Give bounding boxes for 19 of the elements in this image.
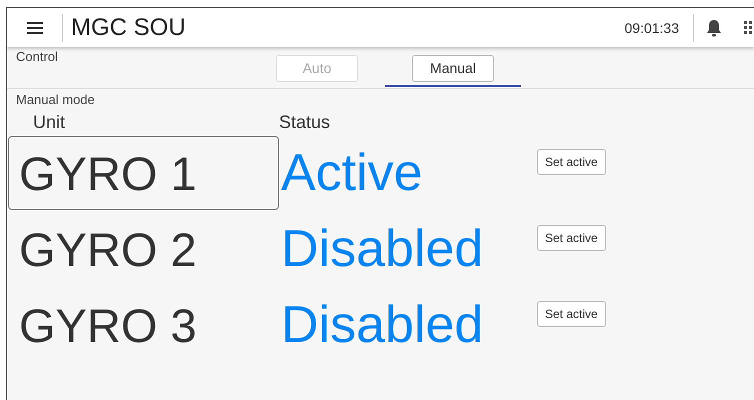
- status-text: Disabled: [280, 295, 484, 355]
- app-title: MGC SOU: [71, 14, 186, 42]
- section-label: Control: [16, 49, 58, 64]
- unit-name[interactable]: GYRO 1: [8, 136, 279, 210]
- set-active-button[interactable]: Set active: [537, 225, 606, 251]
- clock-time: 09:01:33: [624, 20, 679, 36]
- column-header: Unit: [32, 112, 66, 134]
- apps-grid-icon[interactable]: [744, 20, 754, 34]
- bell-icon[interactable]: [706, 18, 722, 36]
- column-header: Status: [279, 112, 332, 134]
- unit-name[interactable]: GYRO 2: [8, 212, 279, 286]
- set-active-button[interactable]: Set active: [537, 149, 606, 175]
- status-text: Active: [280, 143, 424, 203]
- mode-tab[interactable]: Manual: [385, 53, 521, 87]
- menu-icon[interactable]: [27, 22, 43, 34]
- section-label: Manual mode: [16, 92, 96, 107]
- set-active-button[interactable]: Set active: [537, 301, 606, 327]
- unit-name[interactable]: GYRO 3: [8, 288, 279, 362]
- status-text: Disabled: [280, 219, 484, 279]
